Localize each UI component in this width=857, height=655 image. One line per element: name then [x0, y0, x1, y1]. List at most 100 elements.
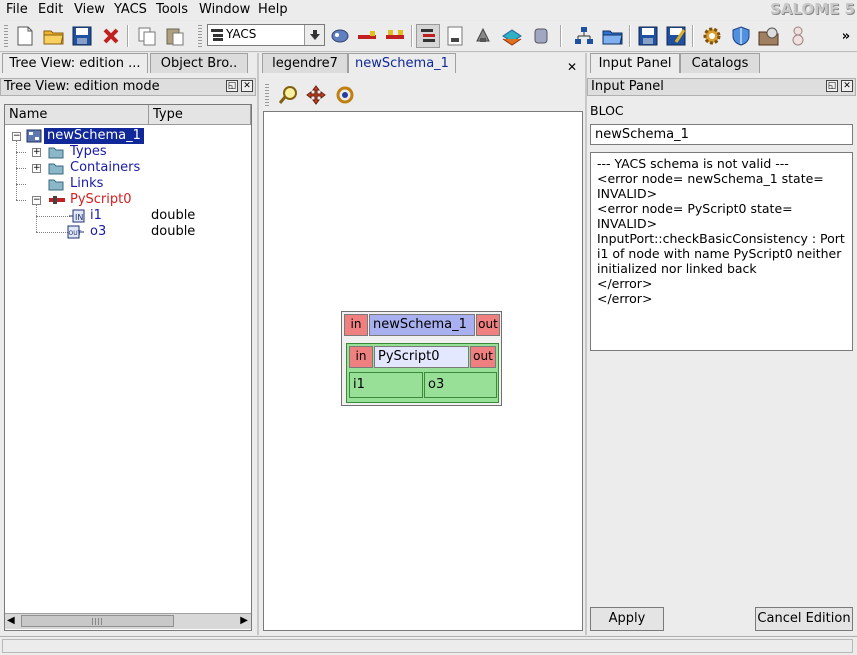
input-port-i1[interactable]: i1: [349, 372, 423, 398]
cancel-edition-button[interactable]: Cancel Edition: [755, 607, 853, 631]
folder-icon: [48, 163, 64, 175]
toolbar-separator: [560, 25, 562, 47]
tree-label-types: Types: [70, 144, 107, 159]
node-in-port[interactable]: in: [349, 346, 373, 368]
node-name-field[interactable]: newSchema_1: [590, 124, 853, 145]
catalog-icon[interactable]: [500, 24, 524, 48]
tree-row-pyscript[interactable]: − PyScript0: [5, 192, 251, 208]
menu-yacs[interactable]: YACS: [114, 2, 147, 17]
save-schema-icon[interactable]: [636, 24, 660, 48]
tree-label-containers: Containers: [70, 160, 141, 175]
close-icon[interactable]: [99, 24, 123, 48]
message-line: </error>: [597, 276, 653, 291]
toolbar-grip[interactable]: [198, 25, 202, 47]
tab-tree-view[interactable]: Tree View: edition ...: [2, 53, 148, 73]
toolbar-separator: [127, 25, 129, 47]
column-header-name[interactable]: Name: [5, 105, 149, 125]
toolbar-separator: [411, 25, 413, 47]
tree-type-input-port: double: [151, 208, 196, 223]
menu-window[interactable]: Window: [199, 2, 250, 17]
pan-icon[interactable]: [304, 83, 328, 107]
chevron-down-icon[interactable]: [304, 25, 324, 45]
toolbar-grip[interactable]: [265, 84, 269, 106]
toolbar-separator: [692, 25, 694, 47]
menubar: File Edit View YACS Tools Window Help SA…: [0, 0, 857, 20]
menu-view[interactable]: View: [74, 2, 105, 17]
folder-icon: [48, 179, 64, 191]
output-port-o3[interactable]: o3: [424, 372, 497, 398]
horizontal-scrollbar[interactable]: ◀ ▶: [5, 613, 251, 629]
tree-view-icon[interactable]: [416, 24, 440, 48]
line-arrow-icon[interactable]: [383, 24, 407, 48]
paste-icon[interactable]: [163, 24, 187, 48]
splitter-left[interactable]: [257, 53, 259, 635]
service-node-icon[interactable]: [471, 24, 495, 48]
schema-title[interactable]: newSchema_1: [369, 314, 475, 336]
tree-type-output-port: double: [151, 224, 196, 239]
menu-file[interactable]: File: [6, 2, 28, 17]
node-out-port[interactable]: out: [470, 346, 496, 368]
python-node-icon[interactable]: [443, 24, 467, 48]
toolbar-grip[interactable]: [4, 25, 8, 47]
tree-label-links: Links: [70, 176, 104, 191]
message-line: <error node= newSchema_1 state= INVALID>: [597, 171, 828, 201]
menu-help[interactable]: Help: [258, 2, 288, 17]
pyscript-node[interactable]: in PyScript0 out i1 o3: [346, 343, 499, 403]
status-bar: [0, 636, 857, 655]
tab-object-browser[interactable]: Object Bro..: [150, 53, 248, 73]
overflow-chevron-icon[interactable]: »: [838, 24, 854, 48]
close-icon[interactable]: ✕: [841, 80, 853, 92]
open-folder-icon[interactable]: [42, 24, 66, 48]
scroll-left-icon[interactable]: ◀: [7, 615, 15, 626]
expand-icon[interactable]: +: [32, 164, 41, 173]
scroll-right-icon[interactable]: ▶: [240, 615, 248, 626]
menu-tools[interactable]: Tools: [156, 2, 188, 17]
snowman-icon[interactable]: [786, 24, 810, 48]
validation-messages[interactable]: --- YACS schema is not valid --- <error …: [590, 152, 853, 351]
collapse-icon[interactable]: −: [12, 132, 21, 141]
tree-row-containers[interactable]: + Containers: [5, 160, 251, 176]
arrange-icon[interactable]: [328, 24, 352, 48]
settings-gear-icon[interactable]: [700, 24, 724, 48]
zoom-icon[interactable]: [276, 83, 300, 107]
save-icon[interactable]: [70, 24, 94, 48]
edit-schema-icon[interactable]: [664, 24, 688, 48]
splitter-right[interactable]: [585, 53, 587, 635]
apply-button[interactable]: Apply: [590, 607, 664, 631]
column-header-type[interactable]: Type: [149, 105, 251, 125]
node-title[interactable]: PyScript0: [374, 346, 469, 368]
tab-catalogs[interactable]: Catalogs: [680, 53, 760, 73]
schema-canvas[interactable]: in newSchema_1 out in PyScript0 out i1 o…: [263, 111, 583, 631]
container-icon[interactable]: [529, 24, 553, 48]
tree-row-output-port[interactable]: OUT o3 double: [5, 224, 251, 240]
load-icon[interactable]: [757, 24, 781, 48]
close-icon[interactable]: ✕: [241, 80, 253, 92]
open-schema-icon[interactable]: [601, 24, 625, 48]
schema-in-port[interactable]: in: [344, 314, 368, 336]
shield-icon[interactable]: [729, 24, 753, 48]
tree-row-types[interactable]: + Types: [5, 144, 251, 160]
tab-legendre7[interactable]: legendre7: [262, 53, 348, 73]
float-icon[interactable]: ◱: [226, 80, 238, 92]
close-tab-icon[interactable]: ✕: [567, 60, 577, 74]
copy-icon[interactable]: [135, 24, 159, 48]
tab-input-panel[interactable]: Input Panel: [590, 53, 680, 73]
reset-view-icon[interactable]: [333, 83, 357, 107]
tree-row-input-port[interactable]: IN i1 double: [5, 208, 251, 224]
schema-out-port[interactable]: out: [476, 314, 500, 336]
schema-node[interactable]: in newSchema_1 out in PyScript0 out i1 o…: [341, 311, 502, 406]
module-selector-combo[interactable]: YACS: [207, 24, 325, 46]
new-document-icon[interactable]: [13, 24, 37, 48]
tree-view[interactable]: Name Type − newSchema_1 + Types + Contai…: [4, 104, 252, 631]
tab-newschema[interactable]: newSchema_1: [348, 53, 456, 73]
expand-icon[interactable]: +: [32, 148, 41, 157]
toolbar-separator: [629, 25, 631, 47]
collapse-icon[interactable]: −: [32, 196, 41, 205]
tree-row-schema[interactable]: − newSchema_1: [5, 128, 251, 144]
line-icon[interactable]: [355, 24, 379, 48]
tree-row-links[interactable]: Links: [5, 176, 251, 192]
scrollbar-handle[interactable]: [21, 615, 174, 627]
menu-edit[interactable]: Edit: [38, 2, 63, 17]
float-icon[interactable]: ◱: [826, 80, 838, 92]
schema-tree-icon[interactable]: [572, 24, 596, 48]
